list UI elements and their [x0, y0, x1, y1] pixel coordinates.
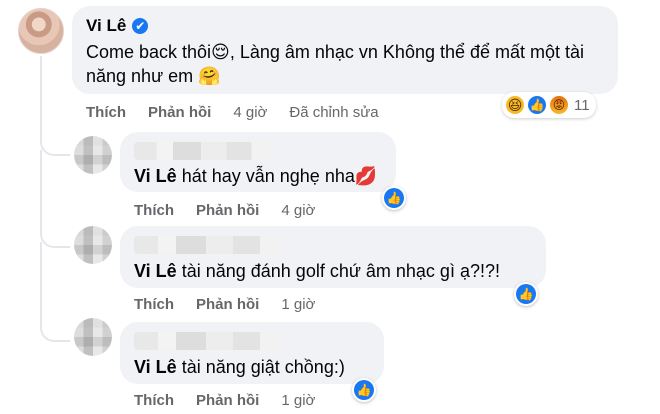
reply-body: tài năng đánh golf chứ âm nhạc gì ạ?!?! [176, 261, 500, 281]
thread-connector-line [40, 56, 70, 156]
reply-bubble: Vi Lê hát hay vẫn nghẹ nha💋 [120, 132, 396, 192]
blurred-author-name [134, 236, 284, 254]
reply-avatar[interactable] [74, 226, 112, 264]
angry-reaction-icon: 😡 [550, 96, 568, 114]
comment-time[interactable]: 1 giờ [281, 392, 315, 409]
mention-tag[interactable]: Vi Lê [134, 166, 177, 186]
comment-time[interactable]: 4 giờ [233, 104, 267, 121]
thread-connector-line [40, 150, 70, 248]
reply-like-badge[interactable]: 👍 [382, 186, 406, 210]
blurred-author-name [134, 142, 274, 160]
comment-time[interactable]: 4 giờ [281, 202, 315, 219]
blurred-author-name [134, 332, 284, 350]
like-action[interactable]: Thích [86, 104, 126, 121]
reply-like-badge[interactable]: 👍 [514, 282, 538, 306]
like-reaction-icon: 👍 [528, 96, 546, 114]
main-comment-author-name[interactable]: Vi Lê [86, 16, 126, 36]
reply-actions: Thích Phản hồi 1 giờ [134, 392, 315, 409]
like-action[interactable]: Thích [134, 296, 174, 313]
edited-label[interactable]: Đã chỉnh sửa [289, 104, 378, 121]
reply-actions: Thích Phản hồi 1 giờ [134, 296, 315, 313]
reply-bubble: Vi Lê tài năng giật chồng:) [120, 322, 384, 384]
reactions-count: 11 [574, 96, 590, 114]
mention-tag[interactable]: Vi Lê [134, 357, 177, 377]
like-action[interactable]: Thích [134, 202, 174, 219]
main-comment-text: Come back thôi😌, Làng âm nhạc vn Không t… [86, 42, 585, 86]
laugh-reaction-icon: 😆 [506, 96, 524, 114]
reply-action[interactable]: Phản hồi [196, 296, 259, 313]
reply-text: Vi Lê tài năng đánh golf chứ âm nhạc gì … [134, 259, 534, 283]
reply-like-badge[interactable]: 👍 [352, 378, 376, 402]
main-comment-avatar[interactable] [18, 8, 64, 54]
reply-action[interactable]: Phản hồi [148, 104, 211, 121]
main-comment-author[interactable]: Vi Lê ✔ [86, 16, 149, 36]
main-comment-bubble: Vi Lê ✔ Come back thôi😌, Làng âm nhạc vn… [72, 6, 618, 94]
like-icon: 👍 [516, 284, 536, 304]
reply-body: tài năng giật chồng:) [176, 357, 345, 377]
like-icon: 👍 [384, 188, 404, 208]
reply-body: hát hay vẫn nghẹ nha💋 [176, 166, 378, 186]
main-comment-actions: Thích Phản hồi 4 giờ Đã chỉnh sửa [86, 104, 379, 121]
reply-action[interactable]: Phản hồi [196, 392, 259, 409]
comment-time[interactable]: 1 giờ [281, 296, 315, 313]
reply-bubble: Vi Lê tài năng đánh golf chứ âm nhạc gì … [120, 226, 546, 288]
reply-action[interactable]: Phản hồi [196, 202, 259, 219]
reply-avatar[interactable] [74, 318, 112, 356]
verified-badge-icon: ✔ [132, 18, 149, 34]
reply-actions: Thích Phản hồi 4 giờ [134, 202, 315, 219]
reply-avatar[interactable] [74, 136, 112, 174]
reply-text: Vi Lê tài năng giật chồng:) [134, 355, 378, 379]
reply-text: Vi Lê hát hay vẫn nghẹ nha💋 [134, 164, 390, 188]
mention-tag[interactable]: Vi Lê [134, 261, 177, 281]
reactions-summary[interactable]: 😆 👍 😡 11 [502, 92, 596, 118]
like-icon: 👍 [354, 380, 374, 400]
like-action[interactable]: Thích [134, 392, 174, 409]
thread-connector-line [40, 242, 70, 342]
